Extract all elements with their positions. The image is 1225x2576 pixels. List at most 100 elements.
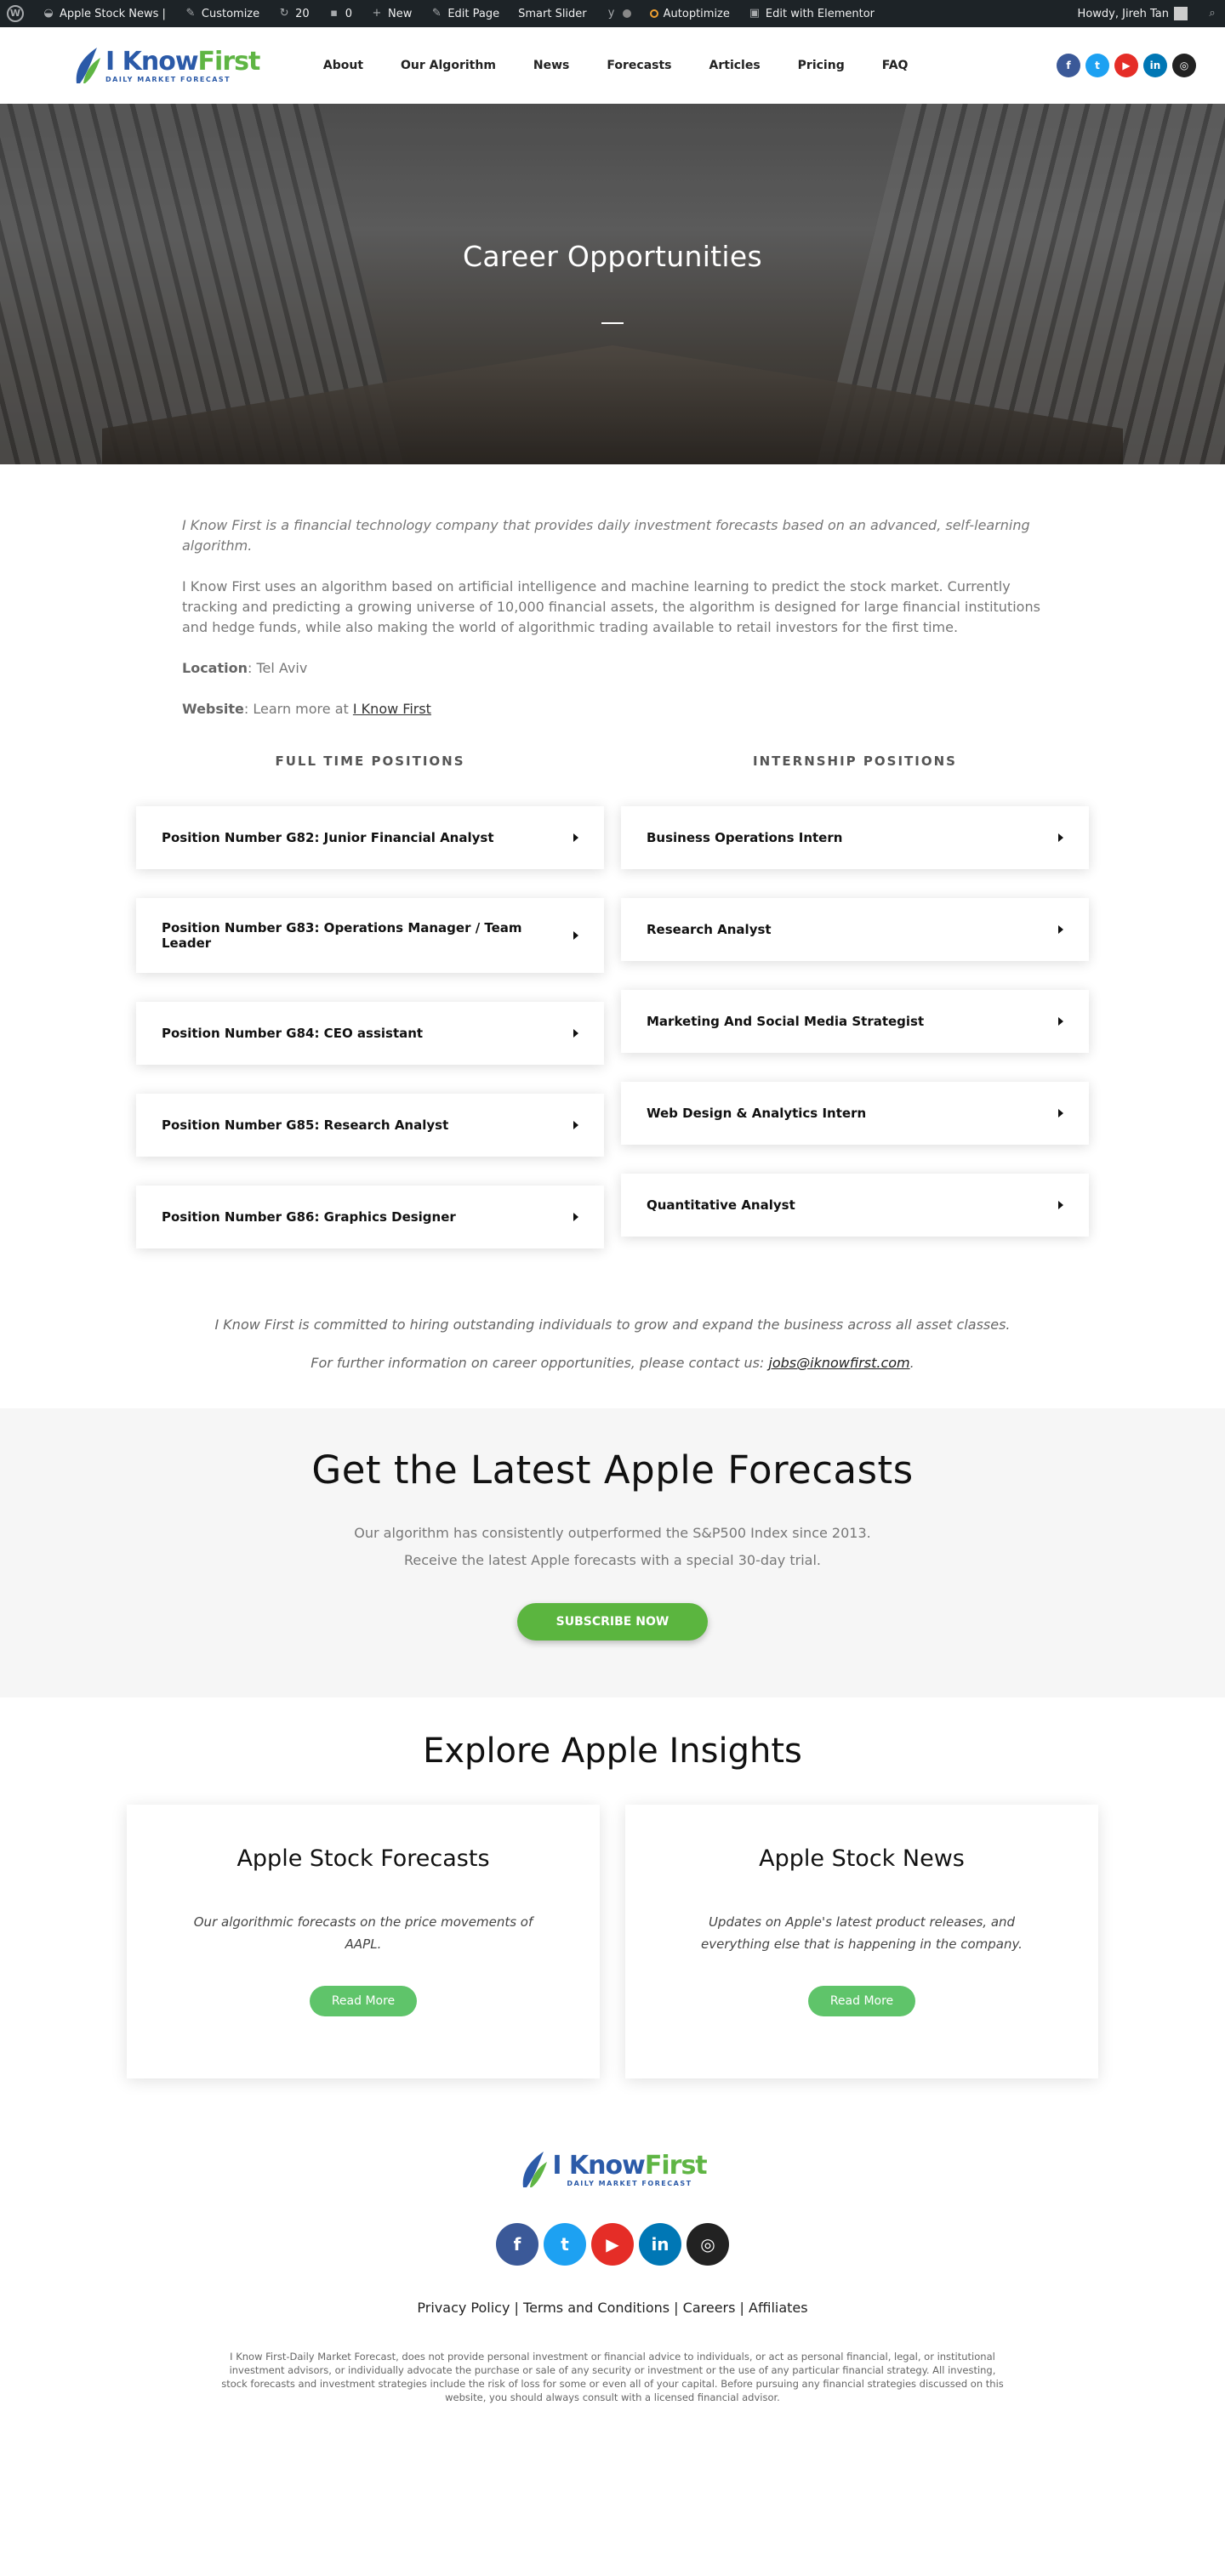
site-logo[interactable]: I KnowFirst DAILY MARKET FORECAST bbox=[71, 44, 261, 87]
linkedin-icon[interactable]: in bbox=[639, 2223, 681, 2266]
search-icon: ⌕ bbox=[1209, 7, 1216, 20]
facebook-icon[interactable]: f bbox=[1057, 54, 1080, 77]
site-name-link[interactable]: ◒ Apple Stock News | bbox=[43, 8, 166, 20]
caret-right-icon bbox=[573, 1029, 578, 1038]
accordion-item[interactable]: Position Number G82: Junior Financial An… bbox=[136, 806, 604, 869]
twitter-icon[interactable]: t bbox=[544, 2223, 586, 2266]
card-title: Apple Stock Forecasts bbox=[236, 1845, 490, 1872]
logo-tagline: DAILY MARKET FORECAST bbox=[105, 75, 231, 83]
terms-link[interactable]: Terms and Conditions bbox=[523, 2300, 669, 2316]
accordion-item[interactable]: Research Analyst bbox=[621, 898, 1089, 961]
caret-right-icon bbox=[1058, 1201, 1063, 1209]
instagram-icon[interactable]: ◎ bbox=[1172, 54, 1196, 77]
caret-right-icon bbox=[1058, 833, 1063, 842]
avatar bbox=[1174, 7, 1188, 20]
cta-title: Get the Latest Apple Forecasts bbox=[311, 1447, 914, 1493]
intro-description: I Know First uses an algorithm based on … bbox=[182, 578, 1040, 635]
caret-right-icon bbox=[573, 1213, 578, 1221]
title-divider bbox=[601, 322, 624, 324]
accordion-item[interactable]: Position Number G85: Research Analyst bbox=[136, 1094, 604, 1157]
read-more-button[interactable]: Read More bbox=[807, 1986, 916, 2016]
youtube-icon[interactable]: ▶ bbox=[1114, 54, 1138, 77]
site-header: I KnowFirst DAILY MARKET FORECAST About … bbox=[0, 27, 1225, 104]
internship-column: INTERNSHIP POSITIONS Business Operations… bbox=[621, 753, 1089, 1277]
nav-item-faq[interactable]: FAQ bbox=[882, 59, 909, 72]
caret-right-icon bbox=[1058, 925, 1063, 934]
caret-right-icon bbox=[573, 833, 578, 842]
nav-item-articles[interactable]: Articles bbox=[709, 59, 761, 72]
accordion-item[interactable]: Marketing And Social Media Strategist bbox=[621, 990, 1089, 1053]
intro-tagline: I Know First is a financial technology c… bbox=[182, 517, 1030, 554]
logo-text-first: First bbox=[197, 46, 261, 77]
full-time-heading: FULL TIME POSITIONS bbox=[275, 753, 465, 769]
news-card: Apple Stock News Updates on Apple's late… bbox=[625, 1805, 1098, 2078]
read-more-button[interactable]: Read More bbox=[309, 1986, 418, 2016]
account-menu[interactable]: Howdy, Jireh Tan bbox=[1078, 7, 1188, 20]
accordion-item[interactable]: Quantitative Analyst bbox=[621, 1174, 1089, 1237]
hero-banner: Career Opportunities bbox=[0, 104, 1225, 464]
careers-link[interactable]: Careers bbox=[683, 2300, 736, 2316]
plus-icon: + bbox=[372, 7, 382, 20]
privacy-policy-link[interactable]: Privacy Policy bbox=[417, 2300, 510, 2316]
yoast-icon: y bbox=[607, 7, 615, 20]
linkedin-icon[interactable]: in bbox=[1143, 54, 1167, 77]
elementor-icon: ▣ bbox=[749, 7, 761, 20]
site-footer: I KnowFirst DAILY MARKET FORECAST f t ▶ … bbox=[0, 2078, 1225, 2455]
footer-social-links: f t ▶ in ◎ bbox=[0, 2223, 1225, 2266]
comments-link[interactable]: ▪ 0 bbox=[328, 8, 352, 20]
twitter-icon[interactable]: t bbox=[1085, 54, 1109, 77]
caret-right-icon bbox=[1058, 1017, 1063, 1026]
explore-insights: Explore Apple Insights Apple Stock Forec… bbox=[0, 1697, 1225, 2078]
comment-icon: ▪ bbox=[330, 7, 339, 20]
autoptimize-link[interactable]: Autoptimize bbox=[649, 8, 730, 20]
nav-item-pricing[interactable]: Pricing bbox=[798, 59, 845, 72]
footer-logo[interactable]: I KnowFirst DAILY MARKET FORECAST bbox=[0, 2148, 1225, 2191]
affiliates-link[interactable]: Affiliates bbox=[749, 2300, 808, 2316]
jobs-email-link[interactable]: jobs@iknowfirst.com bbox=[768, 1355, 909, 1371]
commitment-text: I Know First is committed to hiring outs… bbox=[214, 1316, 1011, 1333]
card-text: Updates on Apple's latest product releas… bbox=[701, 1914, 1023, 1952]
card-title: Apple Stock News bbox=[759, 1845, 965, 1872]
new-content-link[interactable]: + New bbox=[371, 7, 413, 20]
logo-leaf-icon bbox=[523, 2152, 548, 2187]
caret-right-icon bbox=[573, 931, 578, 940]
instagram-icon[interactable]: ◎ bbox=[687, 2223, 729, 2266]
nav-item-news[interactable]: News bbox=[533, 59, 569, 72]
disclaimer: I Know First-Daily Market Forecast, does… bbox=[221, 2351, 1004, 2403]
main-nav: About Our Algorithm News Forecasts Artic… bbox=[323, 59, 909, 72]
nav-item-about[interactable]: About bbox=[323, 59, 363, 72]
yoast-link[interactable]: y bbox=[606, 8, 631, 20]
facebook-icon[interactable]: f bbox=[496, 2223, 538, 2266]
youtube-icon[interactable]: ▶ bbox=[591, 2223, 634, 2266]
brush-icon: ✎ bbox=[185, 7, 196, 20]
accordion-item[interactable]: Business Operations Intern bbox=[621, 806, 1089, 869]
location-line: Location: Tel Aviv bbox=[182, 660, 308, 676]
accordion-item[interactable]: Position Number G83: Operations Manager … bbox=[136, 898, 604, 973]
accordion-item[interactable]: Position Number G84: CEO assistant bbox=[136, 1002, 604, 1065]
autoptimize-icon bbox=[649, 9, 658, 18]
website-line: Website: Learn more at I Know First bbox=[182, 701, 431, 717]
contact-line: For further information on career opport… bbox=[311, 1355, 914, 1371]
smart-slider-link[interactable]: Smart Slider bbox=[518, 8, 587, 20]
updates-link[interactable]: ↻ 20 bbox=[278, 8, 310, 20]
admin-search-button[interactable]: ⌕ bbox=[1206, 8, 1218, 20]
elementor-link[interactable]: ▣ Edit with Elementor bbox=[749, 8, 875, 20]
company-intro: I Know First is a financial technology c… bbox=[182, 464, 1043, 719]
wordpress-icon: W bbox=[7, 5, 24, 22]
dashboard-icon: ◒ bbox=[43, 7, 54, 20]
subscribe-button[interactable]: SUBSCRIBE NOW bbox=[516, 1603, 709, 1641]
website-link[interactable]: I Know First bbox=[353, 701, 431, 717]
card-text: Our algorithmic forecasts on the price m… bbox=[193, 1914, 533, 1952]
logo-leaf-icon bbox=[76, 48, 100, 83]
accordion-item[interactable]: Position Number G86: Graphics Designer bbox=[136, 1186, 604, 1248]
accordion-item[interactable]: Web Design & Analytics Intern bbox=[621, 1082, 1089, 1145]
nav-item-our-algorithm[interactable]: Our Algorithm bbox=[401, 59, 496, 72]
admin-bar: W ◒ Apple Stock News | ✎ Customize ↻ 20 ▪ 0 … bbox=[0, 0, 1225, 27]
customize-link[interactable]: ✎ Customize bbox=[185, 8, 259, 20]
caret-right-icon bbox=[1058, 1109, 1063, 1117]
nav-item-forecasts[interactable]: Forecasts bbox=[607, 59, 671, 72]
edit-page-link[interactable]: ✎ Edit Page bbox=[430, 8, 499, 20]
wordpress-logo-button[interactable]: W bbox=[7, 5, 24, 22]
seo-status-dot-icon bbox=[622, 9, 631, 18]
page-title: Career Opportunities bbox=[463, 240, 762, 273]
